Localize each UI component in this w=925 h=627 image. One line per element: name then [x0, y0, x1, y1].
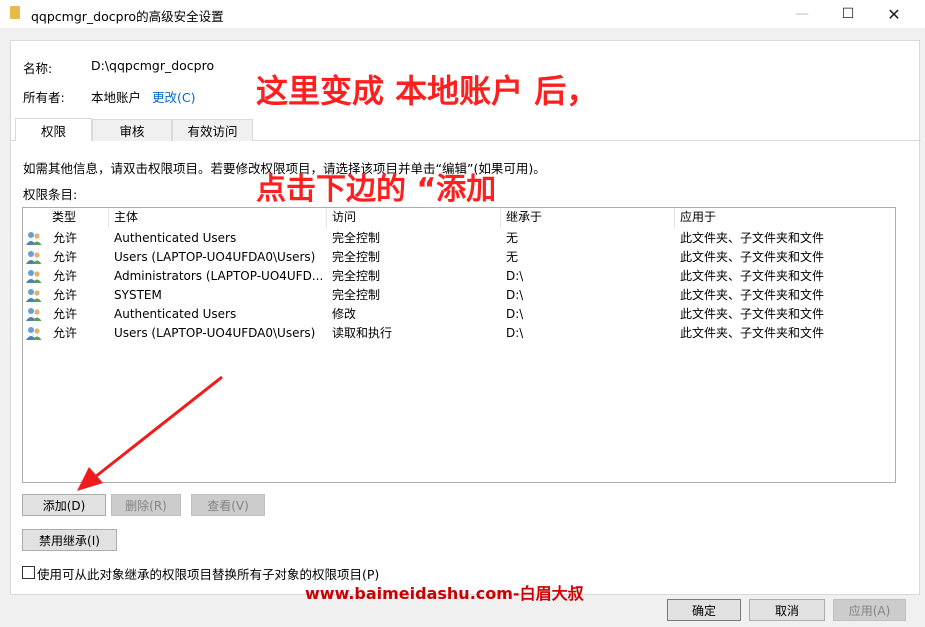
maximize-button[interactable]: ☐ [825, 0, 871, 28]
cell-applies-to: 此文件夹、子文件夹和文件 [680, 288, 825, 302]
cell-inherited-from: D:\ [506, 288, 524, 302]
table-row[interactable]: 允许 Authenticated Users 完全控制 无 此文件夹、子文件夹和… [23, 229, 895, 248]
cell-principal: Authenticated Users [114, 231, 237, 245]
minimize-button[interactable]: — [779, 0, 825, 28]
cell-access: 完全控制 [332, 269, 381, 283]
column-type[interactable]: 类型 [47, 208, 109, 228]
cell-applies-to: 此文件夹、子文件夹和文件 [680, 250, 825, 264]
cell-applies-to: 此文件夹、子文件夹和文件 [680, 231, 825, 245]
column-access[interactable]: 访问 [327, 208, 501, 228]
cell-type: 允许 [53, 269, 78, 283]
cell-principal: Authenticated Users [114, 307, 237, 321]
table-row[interactable]: 允许 SYSTEM 完全控制 D:\ 此文件夹、子文件夹和文件 [23, 286, 895, 305]
apply-button[interactable]: 应用(A) [833, 599, 906, 621]
cell-access: 读取和执行 [332, 326, 393, 340]
close-button[interactable]: ✕ [871, 0, 917, 28]
users-icon [26, 251, 42, 264]
owner-value: 本地账户 [91, 90, 142, 105]
cancel-button[interactable]: 取消 [749, 599, 825, 621]
remove-button[interactable]: 删除(R) [111, 494, 181, 516]
cell-type: 允许 [53, 250, 78, 264]
annotation-line-1: 这里变成 本地账户 后， [256, 72, 599, 110]
column-principal[interactable]: 主体 [109, 208, 327, 228]
table-row[interactable]: 允许 Administrators (LAPTOP-UO4UFD... 完全控制… [23, 267, 895, 286]
window-title: qqpcmgr_docpro的高级安全设置 [31, 9, 224, 24]
cell-access: 完全控制 [332, 231, 381, 245]
table-row[interactable]: 允许 Users (LAPTOP-UO4UFDA0\Users) 读取和执行 D… [23, 324, 895, 343]
annotation-line-2: 点击下边的 “添加 [256, 172, 497, 207]
cell-applies-to: 此文件夹、子文件夹和文件 [680, 269, 825, 283]
owner-label: 所有者: [23, 90, 65, 105]
list-header: 类型 主体 访问 继承于 应用于 [23, 208, 895, 228]
cell-access: 完全控制 [332, 288, 381, 302]
permission-entries-list[interactable]: 类型 主体 访问 继承于 应用于 允许 Authenticated Users … [22, 207, 896, 483]
cell-applies-to: 此文件夹、子文件夹和文件 [680, 326, 825, 340]
cell-principal: Administrators (LAPTOP-UO4UFD... [114, 269, 324, 283]
title-bar: qqpcmgr_docpro的高级安全设置 — ☐ ✕ [0, 0, 925, 28]
name-value: D:\qqpcmgr_docpro [91, 58, 215, 73]
cell-inherited-from: 无 [506, 250, 519, 264]
disable-inheritance-button[interactable]: 禁用继承(I) [22, 529, 117, 551]
tab-auditing[interactable]: 审核 [92, 119, 172, 141]
column-inherited-from[interactable]: 继承于 [501, 208, 675, 228]
cell-inherited-from: 无 [506, 231, 519, 245]
users-icon [26, 270, 42, 283]
view-button[interactable]: 查看(V) [191, 494, 265, 516]
cell-type: 允许 [53, 288, 78, 302]
dialog-body: 名称: D:\qqpcmgr_docpro 所有者: 本地账户 更改(C) 权限… [10, 40, 921, 595]
table-row[interactable]: 允许 Users (LAPTOP-UO4UFDA0\Users) 完全控制 无 … [23, 248, 895, 267]
replace-child-permissions-checkbox[interactable] [22, 566, 35, 579]
cell-type: 允许 [53, 307, 78, 321]
users-icon [26, 232, 42, 245]
users-icon [26, 327, 42, 340]
watermark-text: www.baimeidashu.com-白眉大叔 [305, 584, 584, 603]
change-owner-link[interactable]: 更改(C) [152, 87, 195, 106]
cell-inherited-from: D:\ [506, 307, 524, 321]
cell-inherited-from: D:\ [506, 326, 524, 340]
folder-icon [10, 6, 20, 19]
table-row[interactable]: 允许 Authenticated Users 修改 D:\ 此文件夹、子文件夹和… [23, 305, 895, 324]
users-icon [26, 289, 42, 302]
column-applies-to[interactable]: 应用于 [675, 208, 895, 228]
cell-principal: Users (LAPTOP-UO4UFDA0\Users) [114, 326, 316, 340]
cell-type: 允许 [53, 326, 78, 340]
tab-effective-access[interactable]: 有效访问 [172, 119, 253, 141]
cell-principal: SYSTEM [114, 288, 162, 302]
cell-principal: Users (LAPTOP-UO4UFDA0\Users) [114, 250, 316, 264]
name-label: 名称: [23, 61, 53, 76]
entries-label: 权限条目: [23, 187, 78, 202]
cell-inherited-from: D:\ [506, 269, 524, 283]
cell-access: 修改 [332, 307, 357, 321]
ok-button[interactable]: 确定 [667, 599, 741, 621]
cell-type: 允许 [53, 231, 78, 245]
add-button[interactable]: 添加(D) [22, 494, 106, 516]
cell-access: 完全控制 [332, 250, 381, 264]
cell-applies-to: 此文件夹、子文件夹和文件 [680, 307, 825, 321]
users-icon [26, 308, 42, 321]
tab-permissions[interactable]: 权限 [15, 118, 92, 141]
